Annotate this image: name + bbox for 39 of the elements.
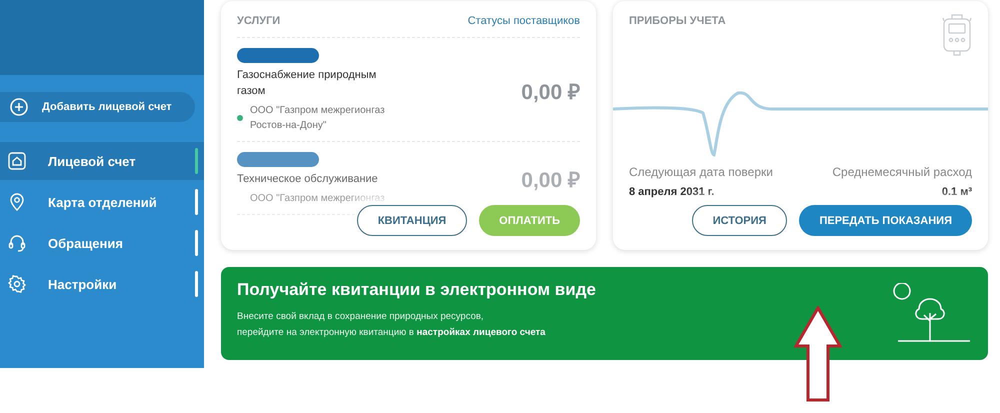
sidebar-item-label: Карта отделений [48,194,158,210]
card-title: УСЛУГИ [237,15,280,27]
history-button[interactable]: ИСТОРИЯ [692,205,788,236]
banner-text: перейдите на электронную квитанцию в настройках лицевого счета [237,326,546,340]
receipt-button[interactable]: КВИТАНЦИЯ [356,205,468,236]
meter-device-icon [942,13,972,57]
sidebar-item[interactable]: Настройки [0,265,204,303]
banner-title: Получайте квитанции в электронном виде [237,280,597,300]
submit-readings-button[interactable]: ПЕРЕДАТЬ ПОКАЗАНИЯ [799,205,972,236]
sidebar-item[interactable]: Лицевой счет [0,142,204,180]
amount: 0,00 ₽ [521,80,580,104]
plus-circle-icon [10,98,28,116]
settings-icon [8,275,26,293]
sidebar-item[interactable]: Обращения [0,224,204,262]
tree-icon [892,283,972,345]
sidebar-indicator [195,230,198,256]
banner-text: Внесите свой вклад в сохранение природных ресурсов, [237,310,485,324]
provider-name: ООО "Газпром межрегионгаз Ростов-на-Дону" [250,104,386,133]
location-pin-icon [8,193,26,211]
sidebar-item-label: Лицевой счет [48,154,137,168]
sidebar-indicator [195,148,198,174]
sidebar-indicator [195,189,198,215]
add-account-button[interactable]: Добавить лицевой счет [0,92,195,122]
service-name: Газоснабжение природным газом [237,68,378,99]
average-usage-label: Среднемесячный расход [832,165,972,179]
sidebar-item-label: Обращения [48,236,124,250]
headset-icon [8,234,26,252]
card-title: ПРИБОРЫ УЧЕТА [629,15,726,29]
amount: 0,00 ₽ [521,168,580,193]
next-check-label: Следующая дата поверки [629,165,773,179]
home-icon [8,152,26,170]
provider-name: ООО "Газпром межрегионгаз [250,192,386,206]
service-name: Техническое обслуживание [237,172,379,187]
average-usage-value: 0.1 м³ [942,186,972,198]
sidebar-indicator [195,271,198,297]
sidebar-item[interactable]: Карта отделений [0,183,204,221]
next-check-date: 8 апреля 2031 г. [629,186,714,198]
sidebar-item-label: Настройки [48,276,118,292]
provider-status-link[interactable]: Статусы поставщиков [468,15,580,27]
